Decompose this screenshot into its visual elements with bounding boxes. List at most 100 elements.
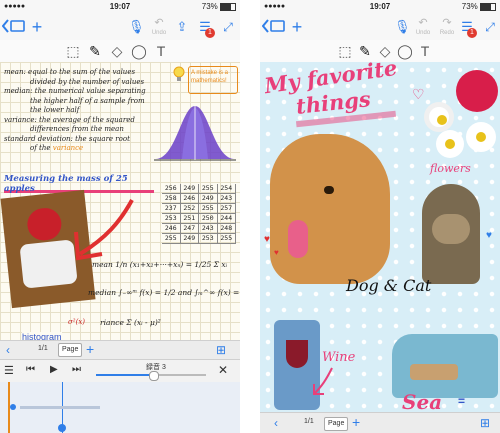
folder-icon xyxy=(261,19,285,33)
record-audio-button[interactable]: 🎙 xyxy=(394,16,411,38)
table-row: 255 249 253 255 xyxy=(162,234,236,244)
zoom-window-button[interactable]: ⊞ xyxy=(480,416,490,430)
undo-button[interactable]: ↶ Undo xyxy=(148,16,170,38)
undo-button[interactable]: ↶ Undo xyxy=(412,16,434,38)
right-phone-screen: ●●●●● 19:07 73% + 🎙 ↶ Undo ↷ Redo ☰ 1 ⤢ ⬚ … xyxy=(260,0,500,433)
previous-page-button[interactable]: ‹ xyxy=(6,343,10,357)
note-line: divided by the number of values xyxy=(30,77,145,86)
text-tool-button[interactable]: T xyxy=(416,42,434,60)
select-tool-button[interactable]: ⬚ xyxy=(64,42,82,60)
battery-percent: 73% xyxy=(201,2,218,11)
text-tool-button[interactable]: T xyxy=(152,42,170,60)
close-player-button[interactable]: ✕ xyxy=(218,363,228,377)
top-toolbar: + 🎙 ↶ Undo ↷ Redo ☰ 1 ⤢ xyxy=(260,14,500,40)
playlist-button[interactable]: ☰ xyxy=(4,364,14,377)
expand-icon: ⤢ xyxy=(485,20,495,34)
play-button[interactable]: ▶ xyxy=(50,364,58,375)
add-page-button[interactable]: + xyxy=(86,342,94,356)
share-button[interactable]: ⇪ xyxy=(174,16,190,38)
arrow-annotation xyxy=(313,367,333,395)
note-line: differences from the mean xyxy=(30,125,124,133)
notification-badge: 1 xyxy=(205,28,215,38)
fullscreen-button[interactable]: ⤢ xyxy=(220,16,236,38)
daisy-photo xyxy=(424,102,454,132)
skip-back-button[interactable]: ⏮ xyxy=(26,364,35,375)
top-toolbar: + 🎙 ↶ Undo ⇪ ☰ 1 ⤢ xyxy=(0,14,240,40)
sticky-note: A mistake is a mathematics! xyxy=(188,66,238,94)
mean-formula: mean 1/n (x₁+x₂+···+xₙ) = 1/25 Σ xᵢ xyxy=(92,260,228,269)
cat-photo xyxy=(422,184,480,284)
table-cell: 243 xyxy=(199,224,218,233)
slider-thumb[interactable] xyxy=(148,371,159,381)
add-button[interactable]: + xyxy=(288,16,306,38)
marker-dot[interactable] xyxy=(58,424,66,432)
dog-photo xyxy=(270,134,390,284)
audio-waveform-timeline[interactable] xyxy=(0,382,240,433)
add-page-button[interactable]: + xyxy=(352,415,360,429)
flower-caption: flowers xyxy=(430,162,471,175)
zoom-icon: ⊞ xyxy=(480,416,491,430)
folder-back-button[interactable] xyxy=(1,16,26,38)
plus-icon: + xyxy=(86,341,95,357)
add-button[interactable]: + xyxy=(28,16,46,38)
heart-icon: ♥ xyxy=(274,248,279,257)
undo-icon: ↶ xyxy=(154,17,164,29)
lasso-icon: ◯ xyxy=(131,43,147,59)
note-canvas[interactable]: mean: equal to the sum of the values div… xyxy=(0,62,240,342)
plus-icon: + xyxy=(31,17,43,37)
dog-nose xyxy=(324,186,334,194)
scrapbook-canvas[interactable]: My favorite things ♡ flowers Dog & Cat ♥… xyxy=(260,55,500,414)
highlighted-word: variance xyxy=(52,144,84,152)
redo-button[interactable]: ↷ Redo xyxy=(436,16,458,38)
lightbulb-icon xyxy=(172,66,186,84)
table-cell: 248 xyxy=(218,224,236,233)
fullscreen-button[interactable]: ⤢ xyxy=(482,16,498,38)
play-icon: ▶ xyxy=(50,364,58,375)
table-cell: 257 xyxy=(218,204,236,213)
text-icon: T xyxy=(420,43,430,59)
lasso-tool-button[interactable]: ◯ xyxy=(396,42,414,60)
table-cell: 255 xyxy=(218,234,236,243)
skip-back-icon: ⏮ xyxy=(26,364,35,375)
daisy-photo xyxy=(466,122,496,152)
selection-icon: ⬚ xyxy=(66,43,80,59)
page-navigation-bar: ‹ 1/1 Page + ⊞ xyxy=(0,340,240,359)
undo-icon: ↶ xyxy=(418,17,428,29)
selection-icon: ⬚ xyxy=(338,43,352,59)
heart-icon: ♡ xyxy=(412,86,425,102)
table-row: 237 252 255 257 xyxy=(162,204,236,214)
battery-icon xyxy=(220,2,236,11)
table-cell: 247 xyxy=(181,224,199,233)
page-menu-button[interactable]: Page xyxy=(58,343,83,357)
page-navigation-bar: ‹ 1/1 Page + ⊞ xyxy=(260,412,500,433)
previous-page-button[interactable]: ‹ xyxy=(274,416,278,430)
redo-label: Redo xyxy=(439,30,455,36)
plus-icon: + xyxy=(291,17,303,37)
folder-back-button[interactable] xyxy=(261,16,286,38)
note-line: the higher half of a sample from xyxy=(30,96,145,105)
skip-forward-button[interactable]: ⏭ xyxy=(72,364,81,375)
audio-progress-slider[interactable] xyxy=(96,371,206,381)
lasso-tool-button[interactable]: ◯ xyxy=(130,42,148,60)
eraser-tool-button[interactable]: ◇ xyxy=(108,42,126,60)
skip-forward-icon: ⏭ xyxy=(72,364,81,375)
eraser-icon: ◇ xyxy=(111,43,123,59)
page-menu-button[interactable]: Page xyxy=(324,417,349,431)
pen-tool-button[interactable]: ✎ xyxy=(86,42,104,60)
battery-percent: 73% xyxy=(461,2,478,11)
notification-badge: 1 xyxy=(467,28,477,38)
select-tool-button[interactable]: ⬚ xyxy=(336,42,354,60)
zoom-icon: ⊞ xyxy=(216,343,227,357)
table-cell: 246 xyxy=(181,194,199,203)
table-cell: 249 xyxy=(181,234,199,243)
note-line: mean: equal to the sum of the values xyxy=(4,68,136,76)
record-audio-button[interactable]: 🎙 xyxy=(128,16,145,38)
table-cell: 249 xyxy=(181,184,199,193)
marker-dot[interactable] xyxy=(10,404,16,410)
zoom-window-button[interactable]: ⊞ xyxy=(216,343,226,357)
table-cell: 246 xyxy=(162,224,181,233)
plus-icon: + xyxy=(352,414,361,430)
table-row: 253 251 250 244 xyxy=(162,214,236,224)
table-cell: 249 xyxy=(199,194,218,203)
table-cell: 237 xyxy=(162,204,181,213)
